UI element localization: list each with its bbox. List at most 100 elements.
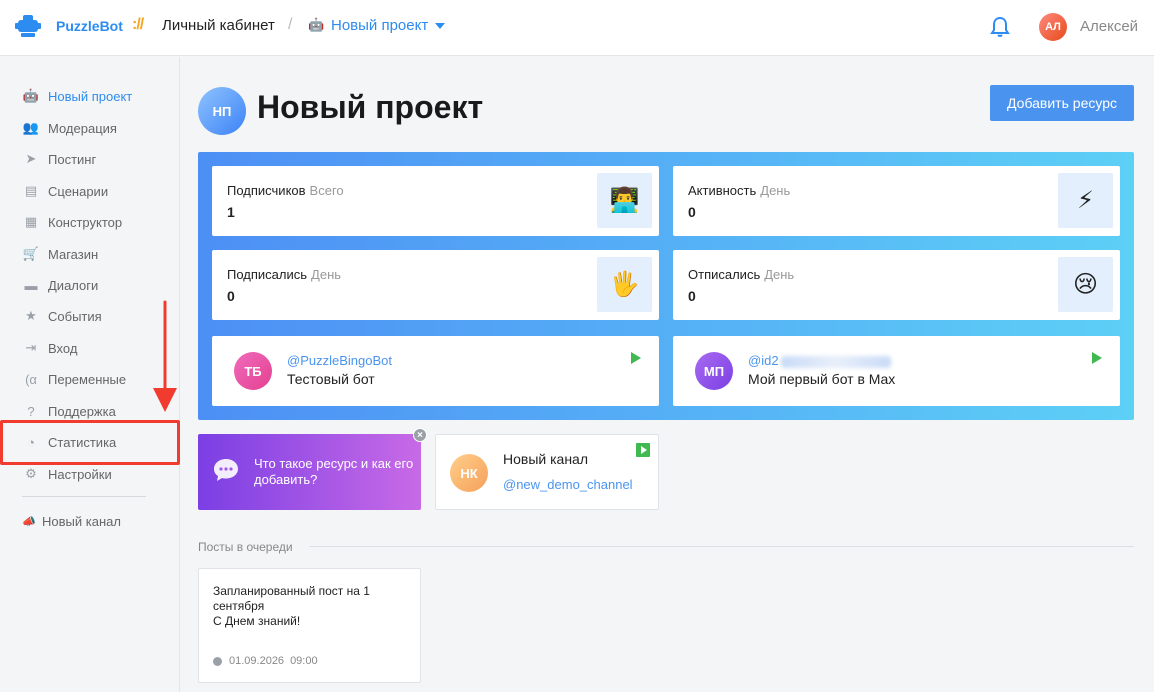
sidebar-item-project[interactable]: 🤖 Новый проект xyxy=(22,85,132,107)
channel-avatar: НК xyxy=(450,454,488,492)
sidebar-item-label: Новый проект xyxy=(48,88,133,104)
technologist-icon: 👨‍💻 xyxy=(597,173,652,228)
bot-name: Мой первый бот в Max xyxy=(748,371,896,387)
breadcrumb-slash: / xyxy=(288,16,293,33)
user-avatar[interactable]: АЛ xyxy=(1039,13,1067,41)
sidebar-item-label: Постинг xyxy=(48,151,97,167)
sidebar-item-variables[interactable]: (α Переменные xyxy=(22,368,126,390)
stat-period: День xyxy=(764,267,795,282)
sign-in-icon: ⇥ xyxy=(25,340,37,355)
robot-icon: 🤖 xyxy=(22,88,40,103)
stat-label: Подписчиков Всего xyxy=(227,183,344,198)
stat-period: День xyxy=(311,267,342,282)
stat-value: 1 xyxy=(227,204,235,220)
sidebar-item-label: Настройки xyxy=(48,466,112,482)
project-dropdown[interactable]: Новый проект xyxy=(331,17,428,34)
brand-separator: :// xyxy=(132,16,144,33)
bot-card-max[interactable]: МП @id2 Мой первый бот в Max xyxy=(673,336,1120,406)
bot-handle[interactable]: @id2 xyxy=(748,353,891,368)
users-icon: 👥 xyxy=(22,120,40,135)
brand-name[interactable]: PuzzleBot xyxy=(56,18,123,34)
queue-section-title: Посты в очереди xyxy=(198,540,293,554)
stat-title: Отписались xyxy=(688,267,761,282)
post-schedule: 01.09.2026 09:00 xyxy=(213,655,318,667)
megaphone-icon: 📣 xyxy=(22,515,36,528)
close-icon[interactable]: × xyxy=(413,428,427,442)
sidebar-item-events[interactable]: ★ События xyxy=(22,305,102,327)
queued-post-card[interactable]: Запланированный пост на 1 сентября С Дне… xyxy=(198,568,421,683)
paper-plane-icon: ➤ xyxy=(25,151,37,166)
sidebar-item-statistics[interactable]: ◔ Статистика xyxy=(22,431,116,453)
puzzlebot-logo-icon[interactable] xyxy=(14,12,42,40)
star-icon: ★ xyxy=(25,308,37,323)
sidebar-item-posting[interactable]: ➤ Постинг xyxy=(22,148,97,170)
stat-title: Активность xyxy=(688,183,757,198)
bot-handle[interactable]: @PuzzleBingoBot xyxy=(287,353,392,368)
bot-avatar: ТБ xyxy=(234,352,272,390)
robot-icon: 🤖 xyxy=(308,17,325,32)
stat-label: Активность День xyxy=(688,183,790,198)
add-resource-button[interactable]: Добавить ресурс xyxy=(990,85,1134,121)
stat-title: Подписчиков xyxy=(227,183,306,198)
stat-label: Отписались День xyxy=(688,267,794,282)
user-name[interactable]: Алексей xyxy=(1080,18,1138,35)
clock-icon xyxy=(213,656,222,666)
stat-card-unsubscribed: Отписались День 0 😢 xyxy=(673,250,1120,320)
stat-card-subscribed: Подписались День 0 🖐 xyxy=(212,250,659,320)
bot-card-test[interactable]: ТБ @PuzzleBingoBot Тестовый бот xyxy=(212,336,659,406)
channel-handle[interactable]: @new_demo_channel xyxy=(503,477,633,492)
sidebar-divider xyxy=(22,496,146,497)
lightning-icon: ⚡ xyxy=(1058,173,1113,228)
banner-text: Что такое ресурс и как его добавить? xyxy=(254,456,414,487)
sidebar-item-moderation[interactable]: 👥 Модерация xyxy=(22,117,117,139)
play-icon[interactable] xyxy=(631,352,641,364)
blurred-text xyxy=(780,355,891,368)
sidebar-item-label: Переменные xyxy=(48,371,127,387)
sidebar-item-constructor[interactable]: ▦ Конструктор xyxy=(22,211,122,233)
play-icon[interactable] xyxy=(636,443,650,457)
bot-name: Тестовый бот xyxy=(287,371,375,387)
sidebar-item-channel[interactable]: 📣 Новый канал xyxy=(22,510,121,532)
sidebar-item-label: Поддержка xyxy=(48,403,116,419)
stat-value: 0 xyxy=(227,288,235,304)
crying-face-icon: 😢 xyxy=(1058,257,1113,312)
sidebar-item-label: Модерация xyxy=(48,120,117,136)
pie-chart-icon: ◔ xyxy=(27,434,35,450)
sidebar-item-dialogs[interactable]: ▬ Диалоги xyxy=(22,274,99,296)
post-text: Запланированный пост на 1 сентября С Дне… xyxy=(213,584,413,629)
chevron-down-icon[interactable] xyxy=(435,23,445,29)
bot-handle-text: @id2 xyxy=(748,353,779,368)
post-text-line: Запланированный пост на 1 сентября xyxy=(213,584,370,613)
bell-icon[interactable] xyxy=(988,15,1012,39)
scenarios-icon: ▤ xyxy=(24,183,38,198)
question-icon: ? xyxy=(27,403,35,419)
sidebar-item-label: События xyxy=(48,308,102,324)
sidebar-item-shop[interactable]: 🛒 Магазин xyxy=(22,243,98,265)
sidebar-item-label: Диалоги xyxy=(48,277,99,293)
play-icon[interactable] xyxy=(1092,352,1102,364)
sidebar-item-label: Магазин xyxy=(48,246,99,262)
sidebar-item-settings[interactable]: ⚙ Настройки xyxy=(22,463,112,485)
post-time: 09:00 xyxy=(290,655,318,667)
chat-bubble-icon xyxy=(214,459,238,481)
breadcrumb-cabinet[interactable]: Личный кабинет xyxy=(162,17,275,34)
stat-value: 0 xyxy=(688,288,696,304)
stat-label: Подписались День xyxy=(227,267,341,282)
sidebar-item-scenarios[interactable]: ▤ Сценарии xyxy=(22,180,108,202)
post-date: 01.09.2026 xyxy=(229,655,285,667)
sidebar-item-label: Вход xyxy=(48,340,78,356)
red-arrow-icon xyxy=(153,300,177,412)
sidebar-item-login[interactable]: ⇥ Вход xyxy=(22,337,78,359)
main-content: НП Новый проект Добавить ресурс Подписчи… xyxy=(181,57,1154,692)
grid-icon: ▦ xyxy=(24,214,38,229)
gear-icon: ⚙ xyxy=(25,466,37,481)
stat-value: 0 xyxy=(688,204,696,220)
resource-help-banner[interactable]: Что такое ресурс и как его добавить? xyxy=(198,434,421,510)
queue-divider xyxy=(309,546,1134,547)
stat-card-subscribers: Подписчиков Всего 1 👨‍💻 xyxy=(212,166,659,236)
sidebar-item-label: Статистика xyxy=(48,434,117,450)
channel-card[interactable]: НК Новый канал @new_demo_channel xyxy=(435,434,659,510)
sidebar-item-support[interactable]: ? Поддержка xyxy=(22,400,116,422)
project-avatar: НП xyxy=(198,87,246,135)
post-text-line: С Днем знаний! xyxy=(213,614,301,628)
